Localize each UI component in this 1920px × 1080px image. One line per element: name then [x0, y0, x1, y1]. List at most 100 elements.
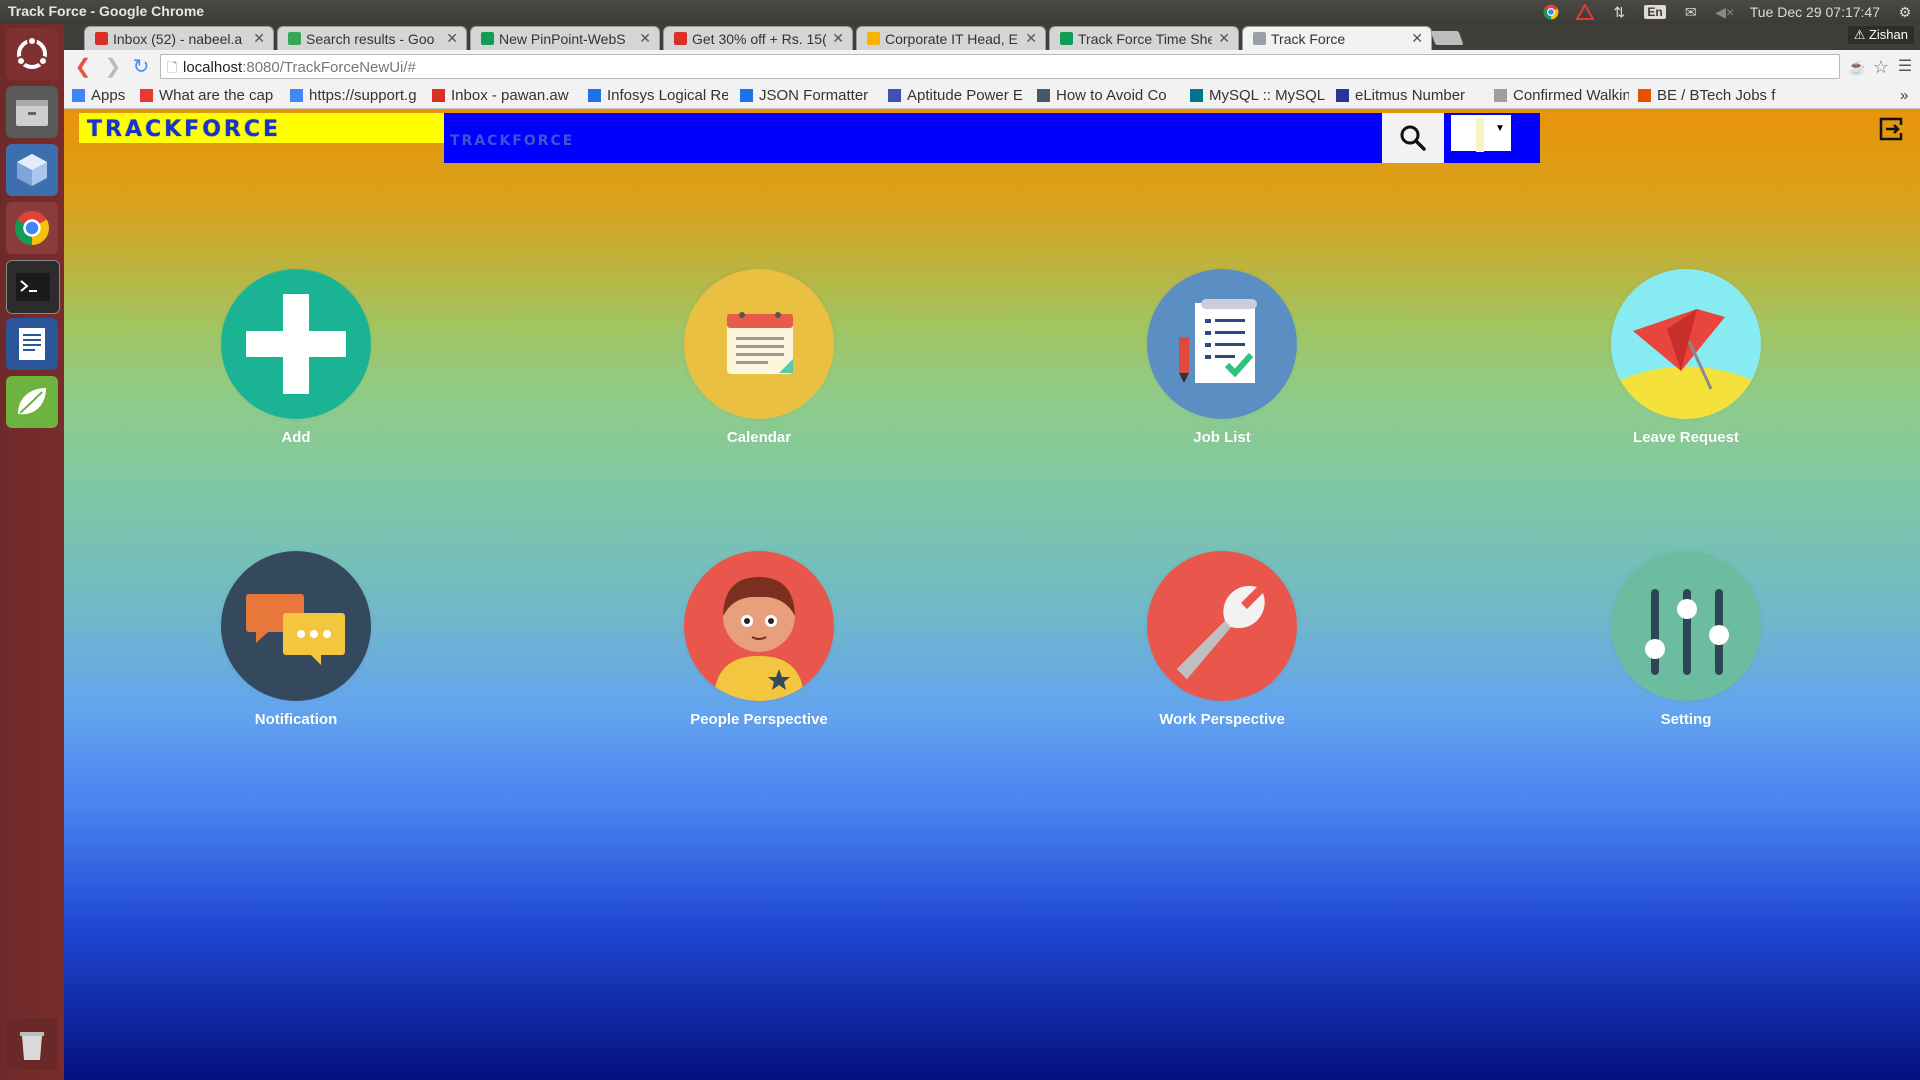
tab-title: Track Force Time She	[1078, 30, 1213, 47]
tab-5[interactable]: Track Force Time She ✕	[1049, 26, 1239, 50]
bookmark-5[interactable]: JSON Formatter	[740, 87, 875, 104]
tile-notification[interactable]: Notification	[196, 551, 396, 728]
keyboard-language[interactable]: En	[1644, 5, 1666, 19]
clock[interactable]: Tue Dec 29 07:17:47	[1750, 4, 1880, 20]
sliders-icon[interactable]	[1611, 551, 1761, 701]
user-menu-dropdown[interactable]: ▼	[1451, 115, 1511, 152]
ubuntu-dash-icon[interactable]	[6, 28, 58, 80]
spring-tool-suite-icon[interactable]	[6, 376, 58, 428]
text-editor-icon[interactable]	[6, 318, 58, 370]
bookmark-7[interactable]: How to Avoid Co	[1037, 87, 1177, 104]
tile-label[interactable]: Notification	[196, 711, 396, 728]
tile-label[interactable]: Add	[196, 429, 396, 446]
bookmark-favicon	[740, 89, 753, 102]
header-bar: TRACKFORCE ▼	[444, 113, 1540, 163]
forward-icon[interactable]: ❯	[102, 56, 124, 78]
tab-4[interactable]: Corporate IT Head, E ✕	[856, 26, 1046, 50]
bookmark-9[interactable]: eLitmus Number	[1336, 87, 1481, 104]
gear-icon[interactable]: ⚙	[1896, 3, 1914, 21]
tab-2[interactable]: New PinPoint-WebS ✕	[470, 26, 660, 50]
new-tab-button[interactable]	[1430, 31, 1464, 45]
bookmark-favicon	[290, 89, 303, 102]
job-list-icon[interactable]	[1147, 269, 1297, 419]
close-icon[interactable]: ✕	[1025, 30, 1037, 47]
app-page: TRACKFORCE TRACKFORCE ▼ Add Calendar Job L…	[64, 109, 1920, 1080]
tab-1[interactable]: Search results - Goo ✕	[277, 26, 467, 50]
bookmark-1[interactable]: What are the cap	[140, 87, 280, 104]
terminal-icon[interactable]	[6, 260, 60, 314]
bookmarks-bar: Apps What are the cap https://support.g Inb…	[64, 84, 1920, 109]
bookmark-label: Aptitude Power E	[907, 87, 1023, 104]
tab-3[interactable]: Get 30% off + Rs. 15(✕	[663, 26, 853, 50]
close-icon[interactable]: ✕	[446, 30, 458, 47]
tile-label[interactable]: Job List	[1122, 429, 1322, 446]
umbrella-icon[interactable]	[1611, 269, 1761, 419]
tile-work-perspective[interactable]: Work Perspective	[1122, 551, 1322, 728]
tab-6[interactable]: Track Force ✕	[1242, 26, 1432, 50]
tile-label[interactable]: Leave Request	[1586, 429, 1786, 446]
close-icon[interactable]: ✕	[832, 30, 844, 47]
bookmark-star-icon[interactable]: ☆	[1870, 56, 1892, 78]
tile-add[interactable]: Add	[196, 269, 396, 446]
back-icon[interactable]: ❮	[72, 56, 94, 78]
person-icon[interactable]	[684, 551, 834, 701]
bookmark-label: Inbox - pawan.aw	[451, 87, 569, 104]
system-tray: ⇅ En ✉ ◀× Tue Dec 29 07:17:47 ⚙	[1542, 0, 1914, 24]
tile-setting[interactable]: Setting	[1586, 551, 1786, 728]
chrome-launcher-icon[interactable]	[6, 202, 58, 254]
bookmarks-overflow-icon[interactable]: »	[1900, 87, 1908, 104]
tile-calendar[interactable]: Calendar	[659, 269, 859, 446]
address-bar[interactable]: 🗋 localhost:8080/TrackForceNewUi/#	[160, 54, 1840, 79]
brand-logo[interactable]: TRACKFORCE	[79, 113, 444, 143]
tab-0[interactable]: Inbox (52) - nabeel.a ✕	[84, 26, 274, 50]
close-icon[interactable]: ✕	[639, 30, 651, 47]
volume-muted-icon[interactable]: ◀×	[1715, 3, 1734, 21]
tile-label[interactable]: Work Perspective	[1122, 711, 1322, 728]
address-host: localhost	[183, 59, 243, 76]
tile-label[interactable]: Setting	[1586, 711, 1786, 728]
menu-icon[interactable]: ☰	[1894, 56, 1916, 78]
java-icon[interactable]: ☕	[1846, 56, 1868, 78]
bookmark-favicon	[1638, 89, 1651, 102]
trash-icon[interactable]	[6, 1018, 58, 1070]
search-button[interactable]	[1382, 113, 1444, 163]
calendar-icon[interactable]	[684, 269, 834, 419]
tab-title: Inbox (52) - nabeel.a	[113, 30, 243, 47]
virtualbox-icon[interactable]	[6, 144, 58, 196]
files-icon[interactable]	[6, 86, 58, 138]
close-icon[interactable]: ✕	[1218, 30, 1230, 47]
tile-people-perspective[interactable]: People Perspective	[659, 551, 859, 728]
bookmark-2[interactable]: https://support.g	[290, 87, 420, 104]
bookmark-label: eLitmus Number	[1355, 87, 1466, 104]
chat-bubbles-icon[interactable]	[221, 551, 371, 701]
profile-button[interactable]: ⚠ Zishan	[1847, 26, 1914, 44]
bookmark-8[interactable]: MySQL :: MySQL	[1190, 87, 1325, 104]
bookmark-6[interactable]: Aptitude Power E	[888, 87, 1023, 104]
search-icon	[1400, 125, 1426, 151]
chrome-tray-icon[interactable]	[1542, 3, 1560, 21]
close-icon[interactable]: ✕	[1411, 30, 1423, 47]
header-brand-text: TRACKFORCE	[450, 133, 575, 149]
logout-icon[interactable]	[1878, 116, 1904, 142]
tile-label[interactable]: Calendar	[659, 429, 859, 446]
plus-icon[interactable]	[221, 269, 371, 419]
bookmark-3[interactable]: Inbox - pawan.aw	[432, 87, 577, 104]
reload-icon[interactable]: ↻	[130, 56, 152, 78]
mail-icon[interactable]: ✉	[1682, 3, 1700, 21]
bookmark-4[interactable]: Infosys Logical Re	[588, 87, 728, 104]
bookmark-label: What are the cap	[159, 87, 274, 104]
tab-favicon	[867, 32, 880, 45]
logo-text: TRACKFORCE	[87, 117, 282, 142]
warning-icon[interactable]	[1576, 3, 1595, 21]
close-icon[interactable]: ✕	[253, 30, 265, 47]
bookmark-10[interactable]: Confirmed Walkin	[1494, 87, 1629, 104]
bookmark-0[interactable]: Apps	[72, 87, 132, 104]
bookmark-favicon	[888, 89, 901, 102]
tile-leave-request[interactable]: Leave Request	[1586, 269, 1786, 446]
wrench-icon[interactable]	[1147, 551, 1297, 701]
tile-label[interactable]: People Perspective	[659, 711, 859, 728]
network-icon[interactable]: ⇅	[1610, 3, 1628, 21]
window-title: Track Force - Google Chrome	[8, 3, 205, 19]
bookmark-11[interactable]: BE / BTech Jobs f	[1638, 87, 1818, 104]
tile-job-list[interactable]: Job List	[1122, 269, 1322, 446]
